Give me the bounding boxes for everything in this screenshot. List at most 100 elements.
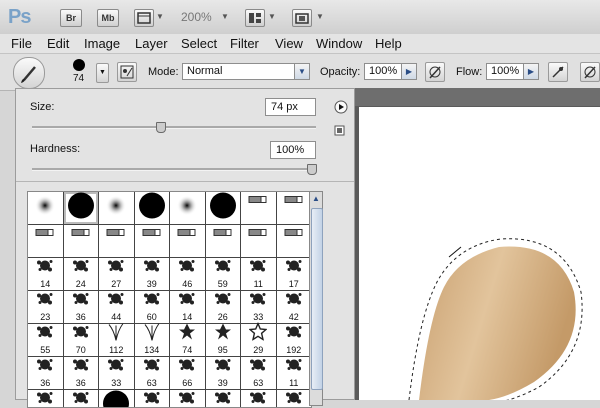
brush-preset[interactable] (64, 225, 99, 257)
tool-preset-picker[interactable] (13, 57, 45, 89)
brush-preset[interactable]: 42 (277, 291, 312, 323)
brush-preset[interactable] (241, 192, 276, 224)
arrange-documents-icon[interactable] (245, 9, 265, 27)
brush-preset[interactable] (277, 192, 312, 224)
launch-bridge-button[interactable]: Br (60, 9, 82, 27)
mode-select[interactable]: Normal ▼ (182, 63, 310, 80)
brush-preset[interactable]: 14 (28, 258, 63, 290)
hardness-field[interactable]: 100% (270, 141, 316, 159)
brush-preset[interactable] (170, 390, 205, 408)
brush-preset[interactable] (28, 225, 63, 257)
brush-preset[interactable] (99, 390, 134, 408)
brush-preset[interactable]: 11 (277, 357, 312, 389)
brush-preset[interactable]: 60 (135, 291, 170, 323)
brush-preset[interactable]: 112 (99, 324, 134, 356)
hardness-slider-track[interactable] (32, 168, 316, 171)
brush-preset[interactable] (135, 225, 170, 257)
chevron-down-icon[interactable]: ▼ (221, 12, 229, 21)
brush-preset[interactable]: 36 (28, 357, 63, 389)
pressure-size-icon[interactable] (580, 62, 600, 82)
size-field[interactable]: 74 px (265, 98, 316, 116)
brush-preset[interactable]: 17 (277, 258, 312, 290)
size-slider-thumb[interactable] (156, 122, 166, 133)
brush-preset[interactable]: 39 (206, 357, 241, 389)
brush-preset[interactable]: 63 (135, 357, 170, 389)
brush-preset[interactable]: 36 (64, 291, 99, 323)
brush-preset[interactable] (277, 390, 312, 408)
opacity-field[interactable]: 100% ▶ (364, 63, 417, 80)
menu-select[interactable]: Select (181, 36, 217, 51)
brush-preset[interactable]: 74 (170, 324, 205, 356)
document-tab-strip[interactable] (355, 88, 600, 106)
brush-preset[interactable]: 39 (135, 258, 170, 290)
brush-preset[interactable] (206, 390, 241, 408)
brush-preset[interactable]: 66 (170, 357, 205, 389)
panel-menu-icon[interactable] (334, 100, 348, 114)
brush-preset[interactable]: 26 (206, 291, 241, 323)
brush-preset[interactable]: 44 (99, 291, 134, 323)
scroll-up-icon[interactable]: ▲ (312, 194, 320, 203)
brush-preset[interactable]: 55 (28, 324, 63, 356)
brush-preset[interactable] (135, 390, 170, 408)
brush-preset[interactable]: 134 (135, 324, 170, 356)
hardness-slider-thumb[interactable] (307, 164, 317, 175)
brush-preset[interactable] (170, 192, 205, 224)
play-arrow-icon[interactable]: ▶ (523, 64, 538, 79)
view-extras-icon[interactable] (134, 9, 154, 27)
document-canvas[interactable] (359, 107, 600, 400)
pressure-opacity-icon[interactable] (425, 62, 445, 82)
brush-preset[interactable] (241, 390, 276, 408)
new-preset-icon[interactable] (334, 125, 345, 136)
brush-preset[interactable]: 95 (206, 324, 241, 356)
brush-preset[interactable] (206, 192, 241, 224)
brush-preset[interactable]: 27 (99, 258, 134, 290)
size-slider-track[interactable] (32, 126, 316, 129)
brush-preset[interactable]: 46 (170, 258, 205, 290)
menu-filter[interactable]: Filter (230, 36, 259, 51)
brush-preset[interactable]: 192 (277, 324, 312, 356)
menu-window[interactable]: Window (316, 36, 362, 51)
chevron-down-icon[interactable]: ▼ (294, 64, 309, 79)
brush-preset[interactable] (277, 225, 312, 257)
brush-preset[interactable]: 33 (241, 291, 276, 323)
brush-preset[interactable] (28, 390, 63, 408)
menu-file[interactable]: File (11, 36, 32, 51)
brush-preset[interactable] (241, 225, 276, 257)
screen-mode-icon[interactable] (292, 9, 312, 27)
brush-preset[interactable]: 24 (64, 258, 99, 290)
scrollbar-thumb[interactable] (311, 208, 323, 390)
chevron-down-icon[interactable]: ▼ (268, 12, 276, 21)
zoom-level[interactable]: 200% (181, 10, 212, 24)
menu-help[interactable]: Help (375, 36, 402, 51)
brush-preset[interactable]: 36 (64, 357, 99, 389)
chevron-down-icon[interactable]: ▼ (316, 12, 324, 21)
brush-preset[interactable] (135, 192, 170, 224)
brush-preset[interactable] (99, 225, 134, 257)
brush-preset[interactable]: 11 (241, 258, 276, 290)
brush-preset[interactable]: 33 (99, 357, 134, 389)
flow-field[interactable]: 100% ▶ (486, 63, 539, 80)
brush-preset[interactable]: 29 (241, 324, 276, 356)
menu-edit[interactable]: Edit (47, 36, 69, 51)
toggle-brush-panel-icon[interactable] (117, 62, 137, 82)
brush-preset[interactable]: 59 (206, 258, 241, 290)
brush-preset[interactable] (64, 192, 99, 224)
brush-preset[interactable] (206, 225, 241, 257)
brush-preset[interactable] (99, 192, 134, 224)
menu-image[interactable]: Image (84, 36, 120, 51)
menu-view[interactable]: View (275, 36, 303, 51)
play-arrow-icon[interactable]: ▶ (401, 64, 416, 79)
airbrush-icon[interactable] (548, 62, 568, 82)
brush-preset[interactable] (170, 225, 205, 257)
brush-preset[interactable]: 63 (241, 357, 276, 389)
brush-preset[interactable]: 23 (28, 291, 63, 323)
brush-preset[interactable]: 14 (170, 291, 205, 323)
presets-scrollbar[interactable]: ▲ (309, 191, 323, 406)
menu-layer[interactable]: Layer (135, 36, 168, 51)
brush-picker-dropdown[interactable]: ▼ (96, 63, 109, 83)
launch-minibridge-button[interactable]: Mb (97, 9, 119, 27)
brush-preset[interactable] (64, 390, 99, 408)
brush-preset[interactable] (28, 192, 63, 224)
brush-preset[interactable]: 70 (64, 324, 99, 356)
chevron-down-icon[interactable]: ▼ (156, 12, 164, 21)
